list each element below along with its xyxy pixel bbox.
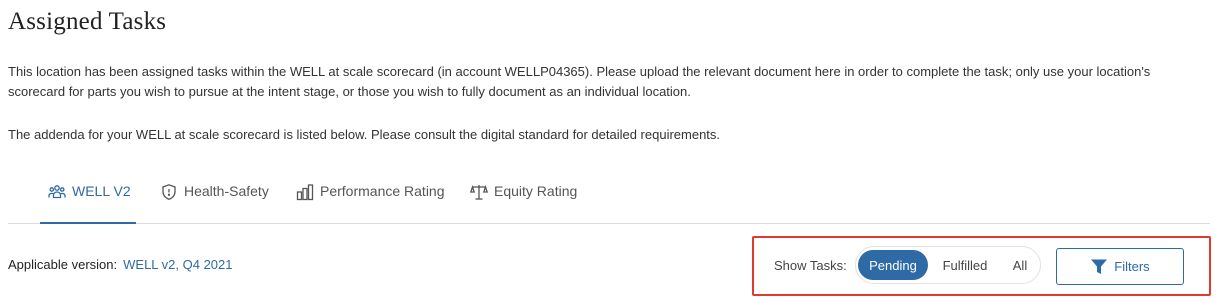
tab-performance-rating[interactable]: Performance Rating <box>296 172 445 224</box>
tab-well-v2[interactable]: WELL V2 <box>40 172 136 224</box>
page-title: Assigned Tasks <box>8 8 167 35</box>
tab-label: Health-Safety <box>184 183 269 199</box>
applicable-version-value: WELL v2, Q4 2021 <box>123 257 233 272</box>
shield-icon <box>160 183 178 201</box>
tab-health-safety[interactable]: Health-Safety <box>160 172 269 224</box>
tab-label: WELL V2 <box>72 183 131 199</box>
scales-icon <box>470 183 488 201</box>
show-pending-button[interactable]: Pending <box>858 250 928 280</box>
tab-label: Performance Rating <box>320 183 445 199</box>
show-all-button[interactable]: All <box>1002 250 1038 280</box>
funnel-icon <box>1090 258 1108 276</box>
filters-button[interactable]: Filters <box>1056 248 1184 285</box>
show-tasks-label: Show Tasks: <box>774 258 847 273</box>
addenda-paragraph: The addenda for your WELL at scale score… <box>8 127 721 142</box>
people-group-icon <box>48 183 66 201</box>
applicable-version: Applicable version: WELL v2, Q4 2021 <box>8 257 232 272</box>
tab-equity-rating[interactable]: Equity Rating <box>470 172 577 224</box>
intro-paragraph: This location has been assigned tasks wi… <box>8 64 1151 99</box>
filters-label: Filters <box>1114 259 1150 274</box>
show-fulfilled-button[interactable]: Fulfilled <box>934 250 996 280</box>
show-tasks-toggle: Pending Fulfilled All <box>855 246 1041 284</box>
bar-chart-icon <box>296 183 314 201</box>
tab-label: Equity Rating <box>494 183 578 199</box>
applicable-version-label: Applicable version: <box>8 257 118 272</box>
tab-bar: WELL V2 Health-Safety Performance Rating <box>8 172 1210 224</box>
